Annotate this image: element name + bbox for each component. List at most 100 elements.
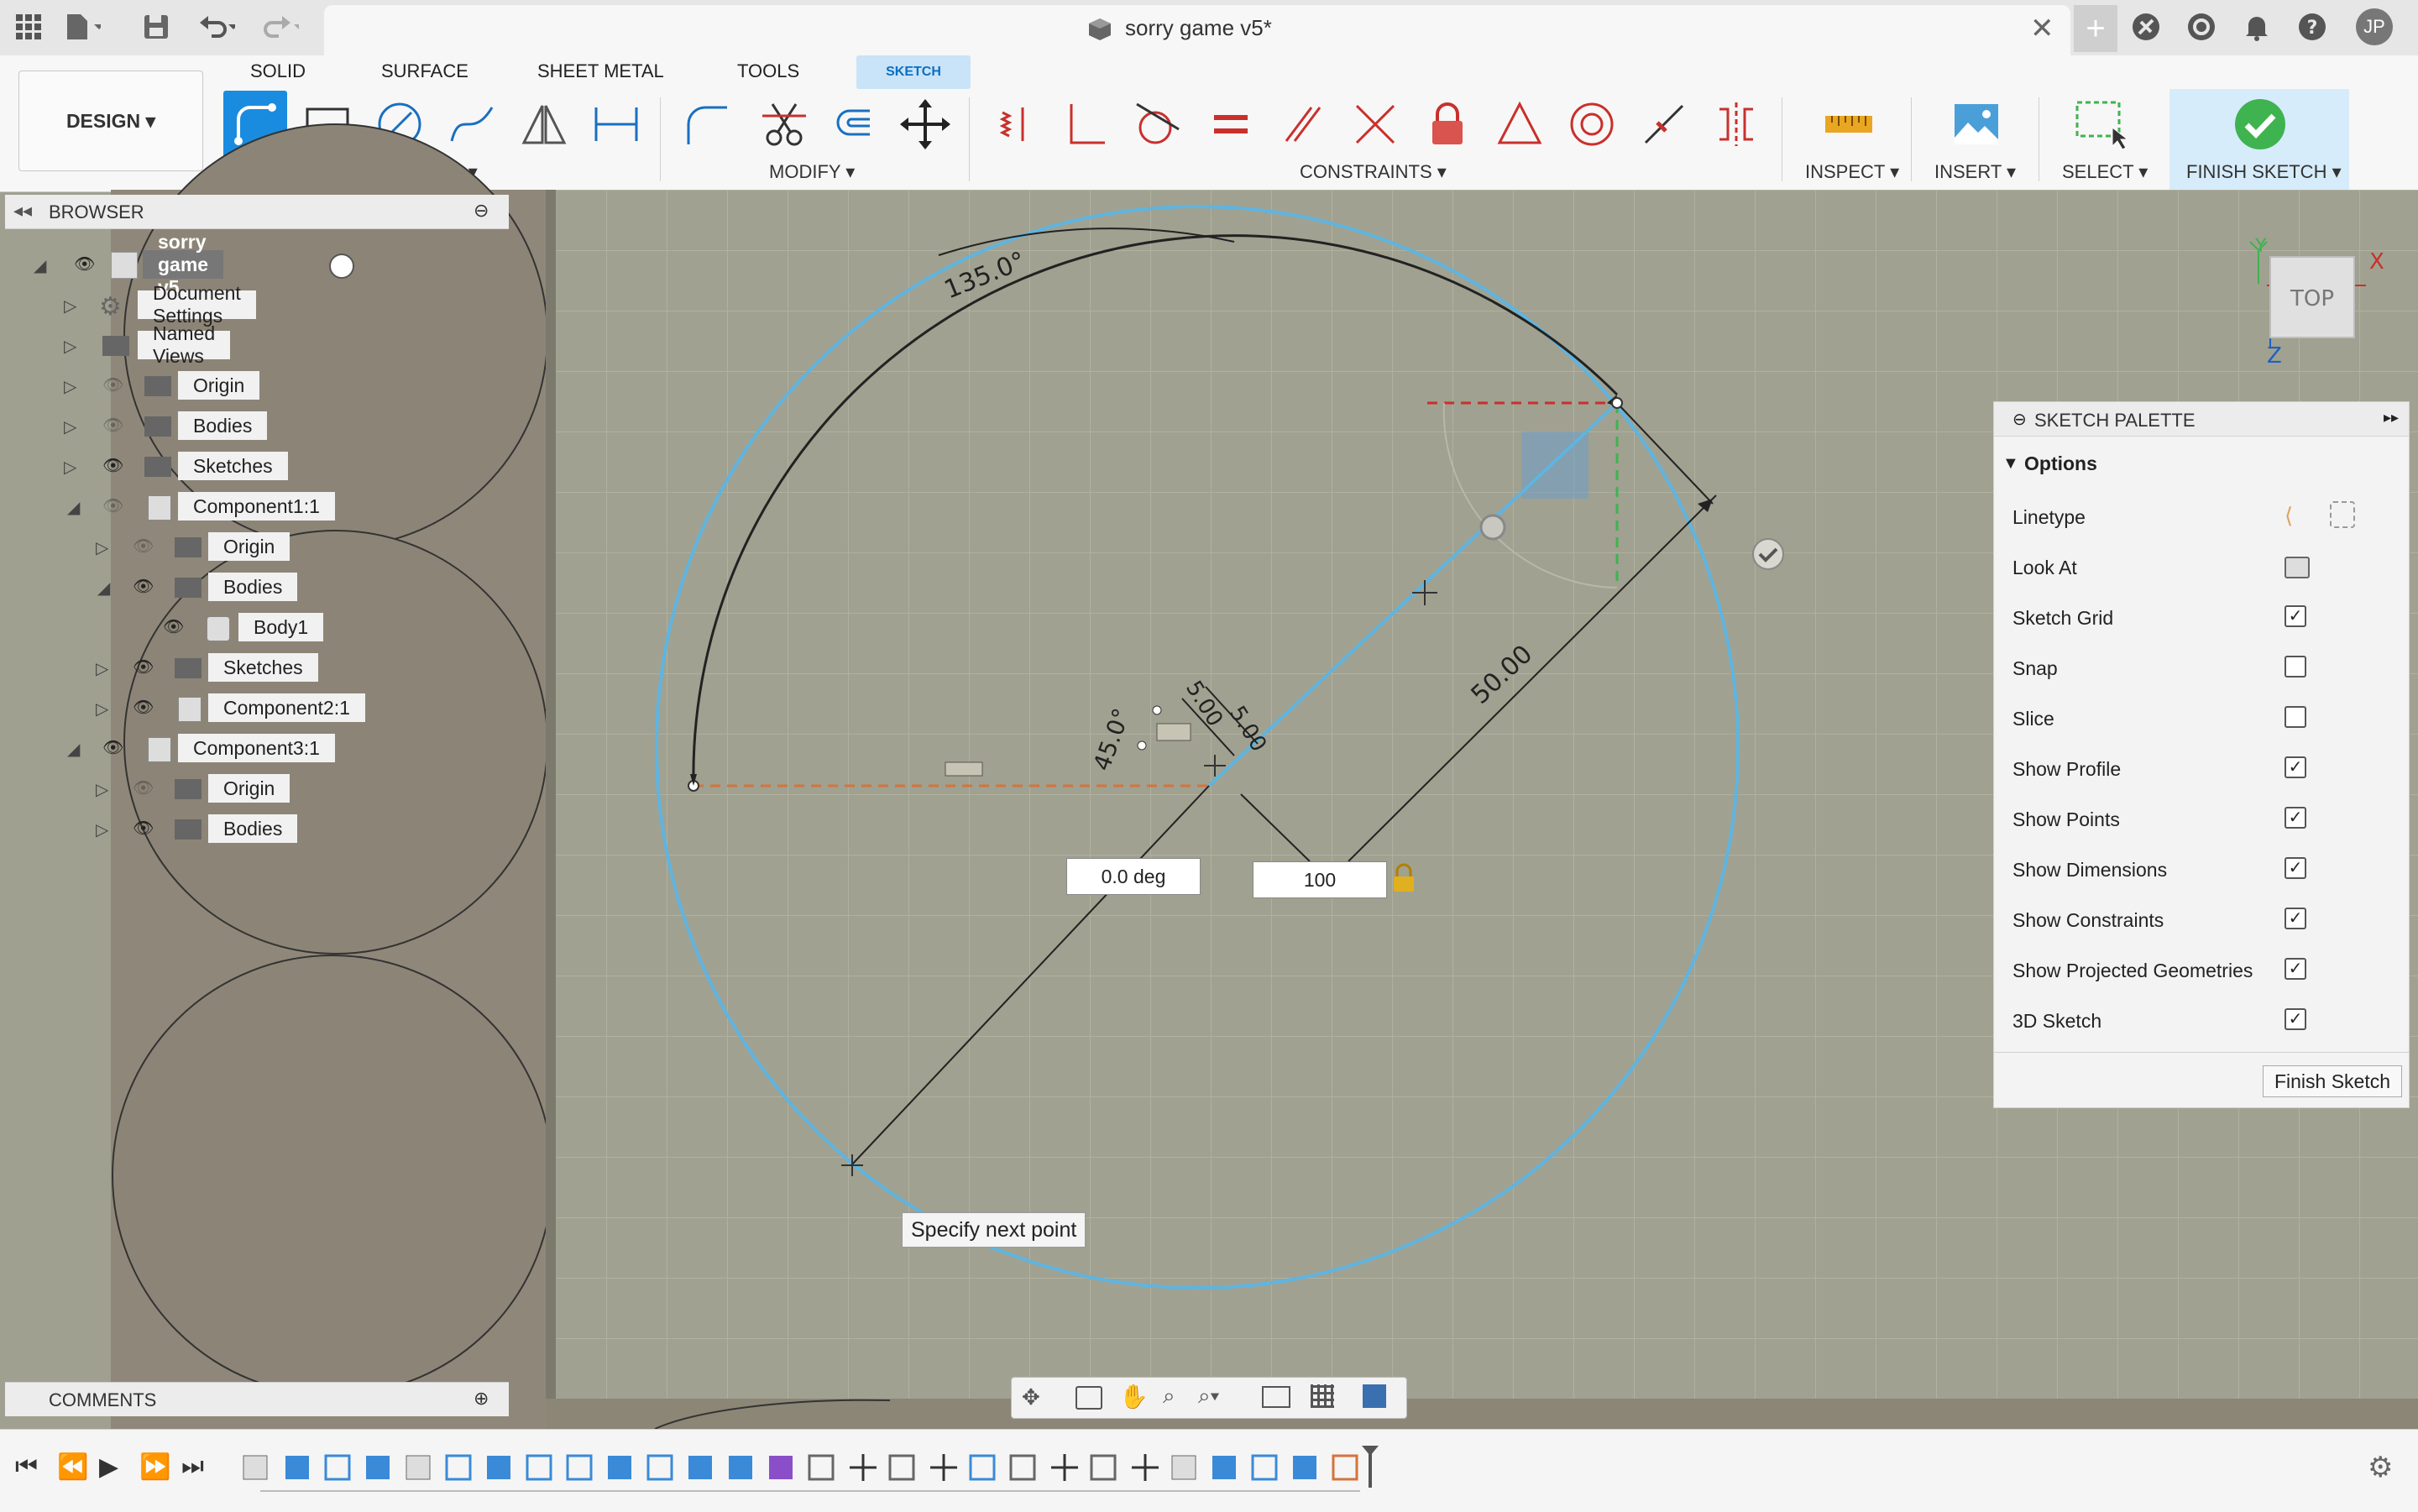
length-input[interactable]: 100 — [1253, 861, 1387, 898]
show-points-checkbox[interactable]: ✓ — [2285, 807, 2306, 829]
hidden-eye-icon[interactable]: 👁 — [133, 777, 154, 798]
orbit-icon[interactable]: ✥ — [1022, 1384, 1040, 1410]
timeline-feature-icon — [445, 1454, 472, 1481]
angle-input[interactable]: 0.0 deg — [1066, 858, 1201, 895]
component-icon — [148, 737, 171, 762]
folder-icon — [175, 819, 202, 840]
collapsed-triangle-icon[interactable]: ▷ — [64, 416, 76, 437]
visibility-eye-icon[interactable]: 👁 — [102, 455, 123, 476]
hidden-eye-icon[interactable]: 👁 — [133, 536, 154, 557]
viewcube-y-label: Y — [2254, 236, 2267, 257]
collapse-browser-icon[interactable]: ◂◂ — [13, 200, 32, 222]
timeline-settings-gear-icon[interactable]: ⚙ — [2368, 1451, 2393, 1484]
visibility-eye-icon[interactable]: 👁 — [133, 697, 154, 718]
visibility-eye-icon[interactable]: 👁 — [74, 254, 95, 275]
pan-hand-icon[interactable]: ✋ — [1119, 1383, 1149, 1410]
expanded-triangle-icon[interactable]: ◢ — [67, 739, 80, 760]
palette-minimize-icon[interactable]: ⊖ — [2012, 409, 2027, 430]
timeline-next-icon[interactable]: ⏩ — [139, 1452, 170, 1482]
timeline-feature-icon — [969, 1454, 996, 1481]
sketch-grid-checkbox[interactable]: ✓ — [2285, 605, 2306, 627]
body-icon — [207, 616, 230, 641]
timeline-feature-icon — [769, 1456, 793, 1479]
expanded-triangle-icon[interactable]: ◢ — [97, 578, 110, 599]
show-profile-label: Show Profile — [2012, 758, 2122, 780]
tree-label: Body1 — [238, 613, 324, 641]
show-dimensions-checkbox[interactable]: ✓ — [2285, 857, 2306, 879]
sketch-point — [1611, 397, 1623, 409]
browser-minimize-icon[interactable]: ⊖ — [474, 200, 489, 222]
centerline-linetype-icon[interactable] — [2330, 501, 2355, 528]
visibility-eye-icon[interactable]: 👁 — [133, 657, 154, 678]
collapsed-triangle-icon[interactable]: ▷ — [64, 376, 76, 397]
hidden-eye-icon[interactable]: 👁 — [102, 415, 123, 436]
collapsed-triangle-icon[interactable]: ▷ — [96, 698, 108, 719]
palette-header: ⊖ SKETCH PALETTE ▸▸ — [1994, 402, 2409, 437]
timeline-first-icon[interactable]: ⏮ — [15, 1452, 38, 1481]
activate-radio-icon[interactable] — [329, 254, 354, 279]
construction-linetype-icon[interactable]: ⟨ — [2285, 503, 2293, 529]
snap-checkbox[interactable] — [2285, 656, 2306, 678]
tree-label: Component1:1 — [178, 492, 335, 521]
timeline-feature-icon — [1332, 1454, 1358, 1481]
timeline-previous-icon[interactable]: ⏪ — [57, 1452, 88, 1482]
timeline-feature-icon — [808, 1454, 835, 1481]
collapsed-triangle-icon[interactable]: ▷ — [96, 658, 108, 679]
visibility-eye-icon[interactable]: 👁 — [102, 737, 123, 758]
snap-label: Snap — [2012, 657, 2058, 679]
visibility-eye-icon[interactable]: 👁 — [133, 818, 154, 839]
timeline-play-icon[interactable]: ▶ — [99, 1452, 118, 1482]
show-projected-geometries-checkbox[interactable]: ✓ — [2285, 958, 2306, 980]
visibility-eye-icon[interactable]: 👁 — [163, 616, 184, 637]
collapsed-triangle-icon[interactable]: ▷ — [64, 336, 76, 357]
collapsed-triangle-icon[interactable]: ▷ — [96, 819, 108, 840]
midpoint-cross — [1412, 580, 1437, 605]
fit-icon[interactable]: ⌕▾ — [1198, 1383, 1219, 1410]
viewcube-z-label: Z — [2267, 343, 2282, 369]
finish-sketch-button[interactable]: Finish Sketch — [2263, 1065, 2402, 1097]
grid-settings-icon[interactable] — [1311, 1384, 1334, 1408]
zoom-icon[interactable]: ⌕ — [1163, 1383, 1175, 1410]
folder-icon — [144, 457, 171, 477]
center-point-marker — [1479, 514, 1506, 541]
timeline-move-icon — [850, 1454, 877, 1481]
comments-add-icon[interactable]: ⊕ — [474, 1388, 489, 1410]
constraint-glyph — [945, 761, 983, 777]
3d-sketch-checkbox[interactable]: ✓ — [2285, 1008, 2306, 1030]
collapsed-triangle-icon[interactable]: ▷ — [64, 296, 76, 317]
folder-icon — [102, 336, 129, 356]
timeline-last-icon[interactable]: ⏭ — [181, 1452, 204, 1481]
show-dimensions-label: Show Dimensions — [2012, 859, 2168, 881]
folder-icon — [144, 376, 171, 396]
show-constraints-checkbox[interactable]: ✓ — [2285, 908, 2306, 929]
palette-expand-icon[interactable]: ▸▸ — [2384, 409, 2399, 426]
look-at-icon[interactable] — [1076, 1386, 1102, 1410]
visibility-eye-icon[interactable]: 👁 — [133, 576, 154, 597]
viewcube-label: TOP — [2290, 286, 2334, 311]
folder-icon — [144, 416, 171, 437]
timeline-move-icon — [1051, 1454, 1078, 1481]
look-at-icon[interactable] — [2285, 557, 2310, 578]
tree-label: Component3:1 — [178, 734, 335, 762]
expanded-triangle-icon[interactable]: ◢ — [34, 255, 46, 276]
timeline-features[interactable] — [235, 1446, 1427, 1496]
display-settings-icon[interactable] — [1262, 1386, 1290, 1408]
dimension-small-b: 5.00 — [1224, 702, 1271, 756]
show-points-label: Show Points — [2012, 808, 2120, 830]
timeline-feature-icon — [526, 1454, 552, 1481]
hidden-eye-icon[interactable]: 👁 — [102, 495, 123, 516]
collapsed-triangle-icon[interactable]: ▷ — [96, 779, 108, 800]
dimension-extension — [1616, 402, 1714, 505]
expanded-triangle-icon[interactable]: ◢ — [67, 497, 80, 518]
timeline-feature-icon — [324, 1454, 351, 1481]
collapsed-triangle-icon[interactable]: ▷ — [96, 537, 108, 558]
show-profile-checkbox[interactable]: ✓ — [2285, 756, 2306, 778]
tree-label: Sketches — [178, 452, 288, 480]
viewports-icon[interactable] — [1363, 1384, 1386, 1408]
hidden-eye-icon[interactable]: 👁 — [102, 374, 123, 395]
collapsed-triangle-icon[interactable]: ▷ — [64, 457, 76, 478]
timeline-feature-icon — [285, 1456, 309, 1479]
slice-checkbox[interactable] — [2285, 706, 2306, 728]
section-collapse-icon[interactable]: ▼ — [2002, 454, 2019, 473]
dimension-length: 50.00 — [1466, 640, 1539, 710]
